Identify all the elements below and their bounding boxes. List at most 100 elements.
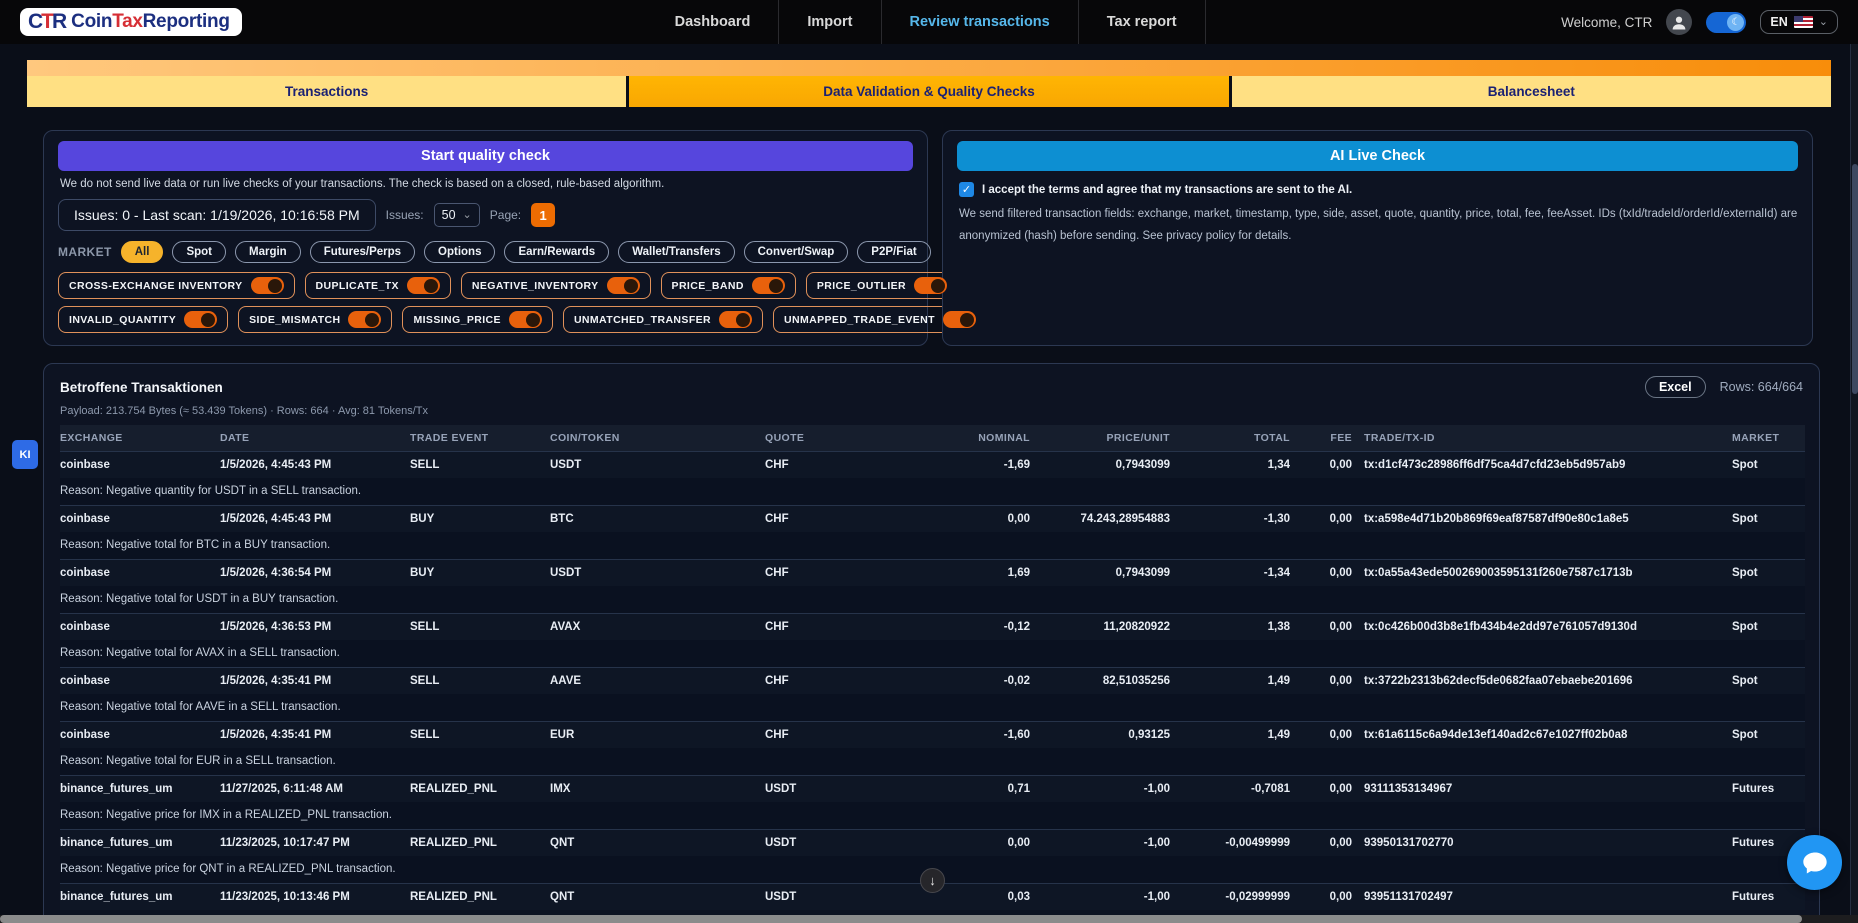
check-chip-negative-inventory[interactable]: NEGATIVE_INVENTORY bbox=[461, 272, 651, 299]
reason-text: Reason: Negative total for AVAX in a SEL… bbox=[60, 640, 1805, 667]
check-toggle-on[interactable] bbox=[607, 277, 640, 294]
column-header-trade-tx-id: TRADE/TX-ID bbox=[1352, 425, 1720, 451]
cell-coin: QNT bbox=[550, 883, 765, 910]
check-chip-duplicate-tx[interactable]: DUPLICATE_TX bbox=[305, 272, 451, 299]
cell-nominal: 0,00 bbox=[935, 505, 1030, 532]
nav-item-dashboard[interactable]: Dashboard bbox=[647, 0, 779, 44]
cell-date: 11/27/2025, 6:11:48 AM bbox=[220, 775, 410, 802]
column-header-total: TOTAL bbox=[1170, 425, 1290, 451]
check-toggle-on[interactable] bbox=[914, 277, 947, 294]
ai-live-check-button[interactable]: AI Live Check bbox=[957, 141, 1798, 171]
market-chip-p2p-fiat[interactable]: P2P/Fiat bbox=[857, 241, 930, 263]
market-chip-spot[interactable]: Spot bbox=[172, 241, 226, 263]
cell-coin: EUR bbox=[550, 721, 765, 748]
nav-item-review-transactions[interactable]: Review transactions bbox=[881, 0, 1078, 44]
market-chip-margin[interactable]: Margin bbox=[235, 241, 301, 263]
check-chip-invalid-quantity[interactable]: INVALID_QUANTITY bbox=[58, 306, 228, 333]
check-chip-price-band[interactable]: PRICE_BAND bbox=[661, 272, 796, 299]
nav-item-import[interactable]: Import bbox=[778, 0, 880, 44]
cell-fee: 0,00 bbox=[1290, 505, 1352, 532]
page-number-button[interactable]: 1 bbox=[531, 203, 555, 227]
reason-row: Reason: Negative total for EUR in a SELL… bbox=[60, 748, 1805, 775]
vertical-scrollbar-thumb[interactable] bbox=[1852, 164, 1858, 394]
table-row[interactable]: coinbase1/5/2026, 4:35:41 PMSELLAAVECHF-… bbox=[60, 667, 1805, 694]
language-selector[interactable]: EN ⌄ bbox=[1760, 10, 1838, 34]
reason-text: Reason: Negative total for AAVE in a SEL… bbox=[60, 694, 1805, 721]
market-chip-futures-perps[interactable]: Futures/Perps bbox=[310, 241, 415, 263]
page-label: Page: bbox=[490, 208, 521, 222]
check-toggle-on[interactable] bbox=[407, 277, 440, 294]
avatar[interactable] bbox=[1666, 9, 1692, 35]
table-row[interactable]: binance_futures_um11/27/2025, 6:11:48 AM… bbox=[60, 775, 1805, 802]
check-toggle-on[interactable] bbox=[348, 311, 381, 328]
cell-nominal: -0,02 bbox=[935, 667, 1030, 694]
excel-export-button[interactable]: Excel bbox=[1645, 376, 1706, 398]
cell-trade-event: REALIZED_PNL bbox=[410, 775, 550, 802]
issues-per-page-value: 50 bbox=[442, 208, 456, 222]
column-header-coin-token: COIN/TOKEN bbox=[550, 425, 765, 451]
market-chip-options[interactable]: Options bbox=[424, 241, 495, 263]
cell-fee: 0,00 bbox=[1290, 883, 1352, 910]
table-row[interactable]: coinbase1/5/2026, 4:35:41 PMSELLEURCHF-1… bbox=[60, 721, 1805, 748]
cell-market: Spot bbox=[1720, 667, 1805, 694]
cell-exchange: binance_futures_um bbox=[60, 829, 220, 856]
market-chip-convert-swap[interactable]: Convert/Swap bbox=[744, 241, 849, 263]
cell-coin: QNT bbox=[550, 829, 765, 856]
horizontal-scrollbar[interactable] bbox=[0, 915, 1858, 923]
cell-date: 11/23/2025, 10:13:46 PM bbox=[220, 883, 410, 910]
welcome-text: Welcome, CTR bbox=[1561, 15, 1652, 30]
cell-trade-event: SELL bbox=[410, 667, 550, 694]
vertical-scrollbar[interactable] bbox=[1850, 44, 1858, 915]
check-chip-unmatched-transfer[interactable]: UNMATCHED_TRANSFER bbox=[563, 306, 763, 333]
ki-badge[interactable]: KI bbox=[12, 440, 38, 469]
table-row[interactable]: binance_futures_um11/23/2025, 10:17:47 P… bbox=[60, 829, 1805, 856]
market-chips: All Spot Margin Futures/Perps Options Earn/Re… bbox=[121, 241, 931, 263]
check-toggle-on[interactable] bbox=[719, 311, 752, 328]
issues-per-page-select[interactable]: 50 ⌄ bbox=[434, 203, 480, 227]
cell-tx-id: tx:0c426b00d3b8e1fb434b4e2dd97e761057d91… bbox=[1352, 613, 1720, 640]
market-label: MARKET bbox=[58, 245, 112, 259]
check-toggle-on[interactable] bbox=[752, 277, 785, 294]
check-toggle-on[interactable] bbox=[184, 311, 217, 328]
table-row[interactable]: coinbase1/5/2026, 4:36:53 PMSELLAVAXCHF-… bbox=[60, 613, 1805, 640]
check-chip-cross-exchange-inventory[interactable]: CROSS-EXCHANGE INVENTORY bbox=[58, 272, 295, 299]
consent-checkbox[interactable]: ✓ bbox=[959, 182, 974, 197]
column-header-quote: QUOTE bbox=[765, 425, 935, 451]
logo-icon: CTR bbox=[28, 10, 65, 34]
tab-transactions[interactable]: Transactions bbox=[27, 76, 626, 107]
start-quality-check-button[interactable]: Start quality check bbox=[58, 141, 913, 171]
reason-row: Reason: Negative total for USDT in a BUY… bbox=[60, 586, 1805, 613]
table-row[interactable]: coinbase1/5/2026, 4:45:43 PMSELLUSDTCHF-… bbox=[60, 451, 1805, 478]
cell-date: 1/5/2026, 4:35:41 PM bbox=[220, 721, 410, 748]
tab-bar: TransactionsData Validation & Quality Ch… bbox=[27, 76, 1831, 107]
arrow-down-icon: ↓ bbox=[929, 873, 936, 888]
check-chip-side-mismatch[interactable]: SIDE_MISMATCH bbox=[238, 306, 392, 333]
market-chip-all[interactable]: All bbox=[121, 241, 164, 263]
market-chip-wallet-transfers[interactable]: Wallet/Transfers bbox=[618, 241, 734, 263]
table-row[interactable]: coinbase1/5/2026, 4:36:54 PMBUYUSDTCHF1,… bbox=[60, 559, 1805, 586]
check-toggle-on[interactable] bbox=[943, 311, 976, 328]
cell-date: 11/23/2025, 10:17:47 PM bbox=[220, 829, 410, 856]
scroll-down-button[interactable]: ↓ bbox=[920, 868, 945, 893]
market-chip-earn-rewards[interactable]: Earn/Rewards bbox=[504, 241, 609, 263]
nav-item-tax-report[interactable]: Tax report bbox=[1078, 0, 1206, 44]
check-chip-missing-price[interactable]: MISSING_PRICE bbox=[402, 306, 552, 333]
table-header-right: Excel Rows: 664/664 bbox=[1645, 376, 1803, 398]
table-row[interactable]: coinbase1/5/2026, 4:45:43 PMBUYBTCCHF0,0… bbox=[60, 505, 1805, 532]
horizontal-scrollbar-thumb[interactable] bbox=[0, 915, 1802, 923]
check-chip-price-outlier[interactable]: PRICE_OUTLIER bbox=[806, 272, 958, 299]
chat-button[interactable] bbox=[1787, 835, 1842, 890]
check-toggles-row-1: CROSS-EXCHANGE INVENTORY DUPLICATE_TX NEGA… bbox=[58, 272, 913, 299]
cell-quote: CHF bbox=[765, 667, 935, 694]
check-toggle-on[interactable] bbox=[251, 277, 284, 294]
theme-toggle[interactable]: ☾ bbox=[1706, 12, 1746, 33]
check-label: INVALID_QUANTITY bbox=[69, 314, 176, 326]
tab-data-validation-quality-checks[interactable]: Data Validation & Quality Checks bbox=[629, 76, 1228, 107]
check-toggle-on[interactable] bbox=[509, 311, 542, 328]
cell-trade-event: BUY bbox=[410, 559, 550, 586]
cell-price-unit: 82,51035256 bbox=[1030, 667, 1170, 694]
app-logo[interactable]: CTR CoinTaxReporting bbox=[20, 8, 242, 36]
cell-fee: 0,00 bbox=[1290, 721, 1352, 748]
cell-quote: USDT bbox=[765, 775, 935, 802]
tab-balancesheet[interactable]: Balancesheet bbox=[1232, 76, 1831, 107]
